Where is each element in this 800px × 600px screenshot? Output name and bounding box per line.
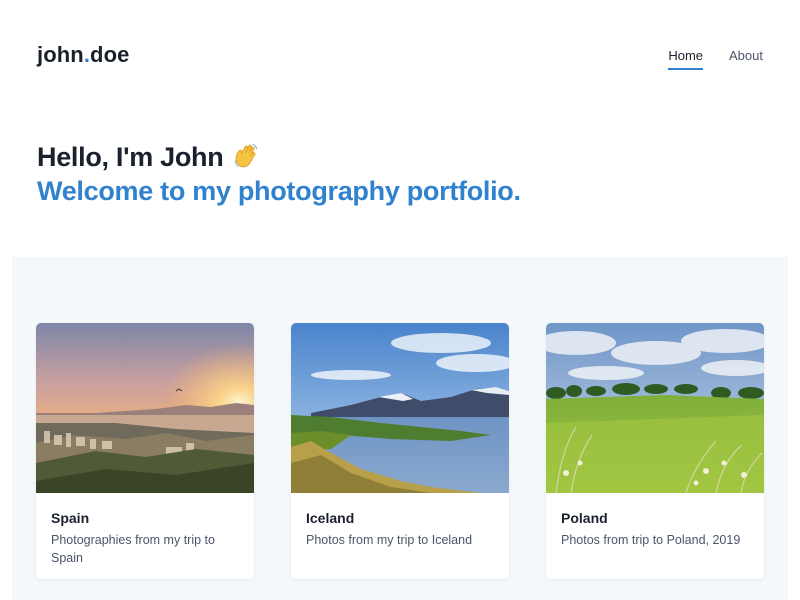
site-logo[interactable]: john.doe [37, 42, 129, 68]
waving-hand-icon [234, 143, 258, 168]
site-header: john.doe Home About [0, 0, 800, 110]
logo-last: doe [90, 42, 130, 67]
hero-tagline: Welcome to my photography portfolio. [37, 176, 521, 206]
card-body: Iceland Photos from my trip to Iceland [291, 493, 509, 559]
hero-section: Hello, I'm John Welcome to my photograph… [37, 140, 521, 208]
gallery-card-iceland[interactable]: Iceland Photos from my trip to Iceland [291, 323, 509, 579]
poland-green-meadow-photo [546, 323, 764, 493]
card-title: Spain [51, 510, 90, 526]
card-description: Photographies from my trip to Spain [51, 533, 215, 565]
logo-first: john [37, 42, 84, 67]
main-nav: Home About [668, 48, 763, 70]
spain-coastal-city-sunset-photo [36, 323, 254, 493]
card-title: Poland [561, 510, 608, 526]
gallery-card-spain[interactable]: Spain Photographies from my trip to Spai… [36, 323, 254, 579]
iceland-fjord-mountains-photo [291, 323, 509, 493]
card-description: Photos from trip to Poland, 2019 [561, 533, 741, 547]
page: john.doe Home About Hello, I'm John Welc… [0, 0, 800, 600]
gallery-section: Spain Photographies from my trip to Spai… [12, 257, 788, 600]
card-body: Poland Photos from trip to Poland, 2019 [546, 493, 764, 559]
card-title: Iceland [306, 510, 355, 526]
card-body: Spain Photographies from my trip to Spai… [36, 493, 254, 577]
hero-greeting: Hello, I'm John [37, 140, 521, 174]
card-description: Photos from my trip to Iceland [306, 533, 473, 547]
nav-home-link[interactable]: Home [668, 48, 704, 70]
hero-greeting-text: Hello, I'm John [37, 142, 224, 172]
gallery-card-poland[interactable]: Poland Photos from trip to Poland, 2019 [546, 323, 764, 579]
nav-about-link[interactable]: About [729, 48, 763, 70]
